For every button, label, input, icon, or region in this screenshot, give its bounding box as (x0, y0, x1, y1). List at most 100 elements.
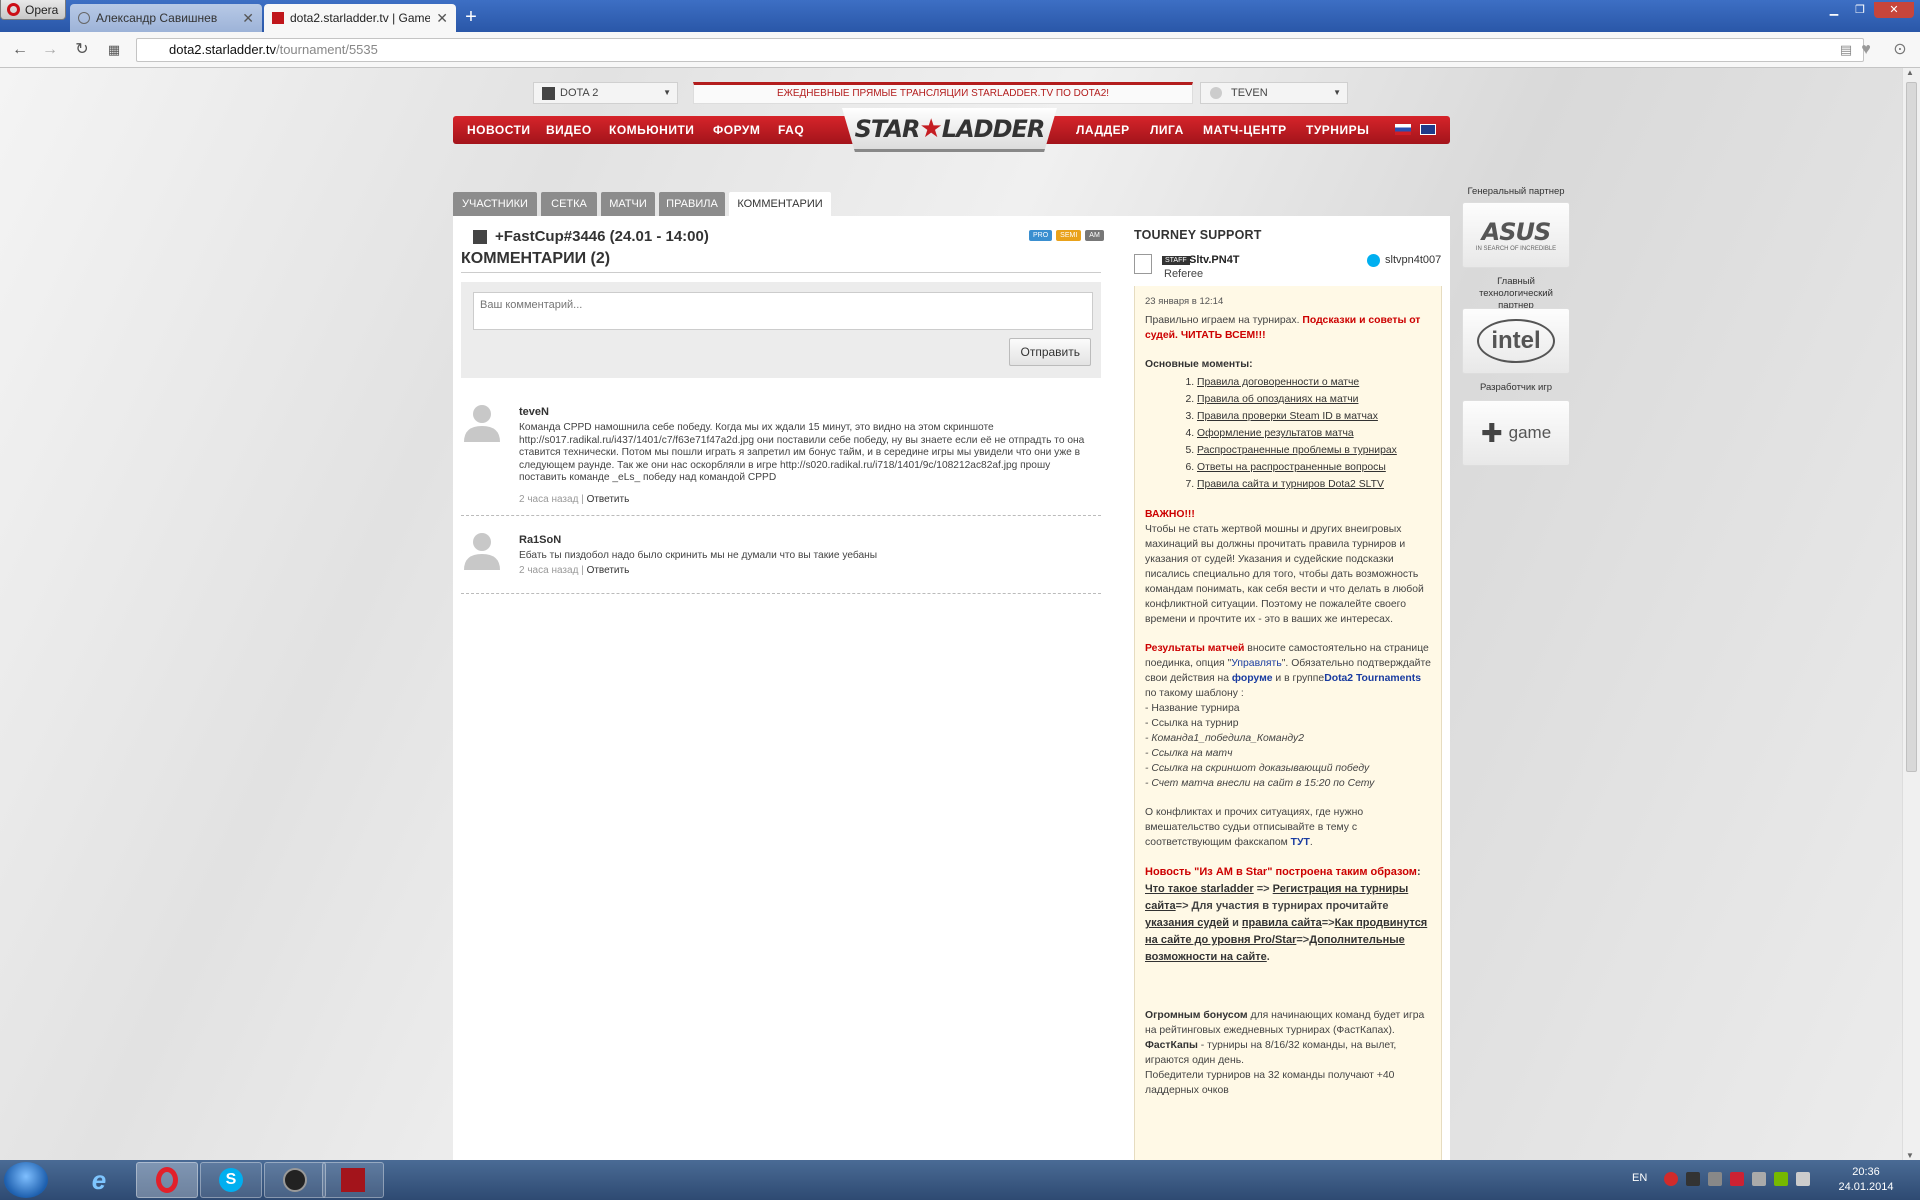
rule-link[interactable]: Правила договоренности о матче (1197, 374, 1433, 391)
nav-ladder[interactable]: ЛАДДЕР (1076, 116, 1130, 144)
new-tab-button[interactable]: + (458, 6, 484, 28)
download-icon[interactable]: ⊙ (1890, 40, 1910, 60)
rule-link[interactable]: Правила об опозданиях на матчи (1197, 391, 1433, 408)
minimize-icon[interactable]: ▁ (1822, 2, 1846, 18)
nav-tournaments[interactable]: ТУРНИРЫ (1306, 116, 1369, 144)
back-icon[interactable]: ← (10, 40, 30, 60)
dota-taskbar-icon[interactable] (322, 1162, 384, 1198)
support-info-box: 23 января в 12:14 Правильно играем на ту… (1134, 286, 1442, 1160)
forum-link[interactable]: форуме (1232, 673, 1273, 684)
url-field[interactable]: dota2.starladder.tv/tournament/5535 (136, 38, 1864, 62)
user-select[interactable]: TEVEN ▼ (1200, 82, 1348, 104)
speed-dial-icon[interactable]: ▦ (104, 40, 124, 60)
reload-icon[interactable]: ↻ (72, 40, 92, 60)
user-select-value: TEVEN (1231, 87, 1268, 99)
submit-comment-button[interactable]: Отправить (1009, 338, 1091, 366)
promo-banner[interactable]: ЕЖЕДНЕВНЫЕ ПРЯМЫЕ ТРАНСЛЯЦИИ STARLADDER.… (693, 82, 1193, 104)
flag-ru-icon[interactable] (1395, 124, 1411, 135)
results-highlight: Результаты матчей (1145, 643, 1245, 654)
tray-flag-icon[interactable] (1730, 1172, 1744, 1186)
manage-link[interactable]: Управлять (1231, 658, 1281, 669)
browser-tab-inactive[interactable]: Александр Савишнев ✕ (70, 4, 262, 32)
windows-taskbar: e S EN 20:36 24.01.2014 (0, 1160, 1920, 1200)
tournament-title-text: +FastCup#3446 (24.01 - 14:00) (495, 228, 709, 245)
steam-taskbar-icon[interactable] (264, 1162, 326, 1198)
flag-en-icon[interactable] (1420, 124, 1436, 135)
heart-icon[interactable]: ♥ (1856, 40, 1876, 60)
nav-video[interactable]: ВИДЕО (546, 116, 592, 144)
nav-community[interactable]: КОМЬЮНИТИ (609, 116, 694, 144)
opera-taskbar-icon[interactable] (136, 1162, 198, 1198)
tray-language[interactable]: EN (1632, 1172, 1647, 1184)
window-close-icon[interactable]: ✕ (1874, 2, 1914, 18)
points-heading: Основные моменты: (1145, 359, 1253, 370)
page-scrollbar[interactable]: ▲ ▼ (1902, 68, 1920, 1160)
tab-participants[interactable]: УЧАСТНИКИ (453, 192, 537, 216)
sponsor-intel[interactable]: intel (1462, 308, 1570, 374)
url-host: dota2.starladder.tv (169, 42, 276, 57)
referee-row: STAFF Sltv.PN4T Referee sltvpn4t007 (1134, 250, 1449, 284)
tray-clock[interactable]: 20:36 24.01.2014 (1826, 1165, 1906, 1195)
tray-nvidia-icon[interactable] (1774, 1172, 1788, 1186)
nav-match-center[interactable]: МАТЧ-ЦЕНТР (1203, 116, 1287, 144)
close-icon[interactable]: ✕ (436, 10, 448, 27)
dota-glyph (341, 1168, 365, 1192)
conflicts-text: . (1309, 837, 1313, 848)
opera-menu-button[interactable]: Opera (0, 0, 66, 20)
game-select[interactable]: DOTA 2 ▼ (533, 82, 678, 104)
stash-icon[interactable]: ▤ (1836, 40, 1856, 60)
tray-opera-icon[interactable] (1664, 1172, 1678, 1186)
scroll-up-icon[interactable]: ▲ (1906, 68, 1914, 77)
restore-icon[interactable]: ❐ (1848, 2, 1872, 18)
scroll-down-icon[interactable]: ▼ (1906, 1151, 1914, 1160)
tab-comments[interactable]: КОММЕНТАРИИ (729, 192, 831, 218)
forward-icon[interactable]: → (40, 40, 60, 60)
comment-input[interactable] (473, 292, 1093, 330)
skype-taskbar-icon[interactable]: S (200, 1162, 262, 1198)
tab-rules[interactable]: ПРАВИЛА (659, 192, 725, 216)
comment-item: teveN Команда CPPD намошнила себе победу… (461, 392, 1101, 516)
news-link[interactable]: Что такое starladder (1145, 883, 1254, 895)
tray-usb-icon[interactable] (1752, 1172, 1766, 1186)
nav-league[interactable]: ЛИГА (1150, 116, 1184, 144)
asus-logo: ASUS (1481, 218, 1552, 246)
support-intro: Правильно играем на турнирах. Подсказки … (1145, 313, 1433, 343)
browser-tab-active[interactable]: dota2.starladder.tv | Game ✕ (264, 4, 456, 32)
news-link[interactable]: правила сайта (1242, 917, 1322, 929)
tray-network-icon[interactable] (1708, 1172, 1722, 1186)
news-link[interactable]: указания судей (1145, 917, 1229, 929)
sponsor-label: Главный технологический партнер (1479, 276, 1553, 311)
rule-link[interactable]: Оформление результатов матча (1197, 425, 1433, 442)
comment-author[interactable]: Ra1SoN (519, 534, 561, 546)
results-paragraph: Результаты матчей вносите самостоятельно… (1145, 641, 1433, 791)
sponsor-game-dev[interactable]: ✚ game (1462, 400, 1570, 466)
rule-link[interactable]: Правила проверки Steam ID в матчах (1197, 408, 1433, 425)
template-line: - Счет матча внесли на сайт в 15:20 по С… (1145, 778, 1375, 789)
referee-name[interactable]: Sltv.PN4T (1189, 254, 1240, 266)
scroll-thumb[interactable] (1906, 82, 1917, 772)
rule-link[interactable]: Правила сайта и турниров Dota2 SLTV (1197, 476, 1433, 493)
tray-volume-icon[interactable] (1796, 1172, 1810, 1186)
user-icon (1210, 87, 1222, 99)
nav-news[interactable]: НОВОСТИ (467, 116, 531, 144)
skype-name[interactable]: sltvpn4t007 (1385, 254, 1441, 266)
nav-forum[interactable]: ФОРУМ (713, 116, 760, 144)
sponsor-asus[interactable]: ASUS IN SEARCH OF INCREDIBLE (1462, 202, 1570, 268)
comments-heading: КОММЕНТАРИИ (2) (461, 250, 1101, 273)
start-button[interactable] (4, 1162, 48, 1198)
rule-link[interactable]: Ответы на распространенные вопросы (1197, 459, 1433, 476)
tray-steam-icon[interactable] (1686, 1172, 1700, 1186)
starladder-logo[interactable]: STAR ★ LADDER (842, 108, 1057, 152)
globe-icon (78, 12, 90, 24)
comment-author[interactable]: teveN (519, 406, 549, 418)
nav-faq[interactable]: FAQ (778, 116, 804, 144)
reply-link[interactable]: Ответить (587, 565, 630, 576)
reply-link[interactable]: Ответить (587, 494, 630, 505)
here-link[interactable]: ТУТ (1291, 837, 1310, 848)
rule-link[interactable]: Распространенные проблемы в турнирах (1197, 442, 1433, 459)
ie-icon[interactable]: e (68, 1162, 130, 1198)
close-icon[interactable]: ✕ (242, 10, 254, 27)
tab-bracket[interactable]: СЕТКА (541, 192, 597, 216)
tab-matches[interactable]: МАТЧИ (601, 192, 655, 216)
group-link[interactable]: Dota2 Tournaments (1324, 673, 1421, 684)
